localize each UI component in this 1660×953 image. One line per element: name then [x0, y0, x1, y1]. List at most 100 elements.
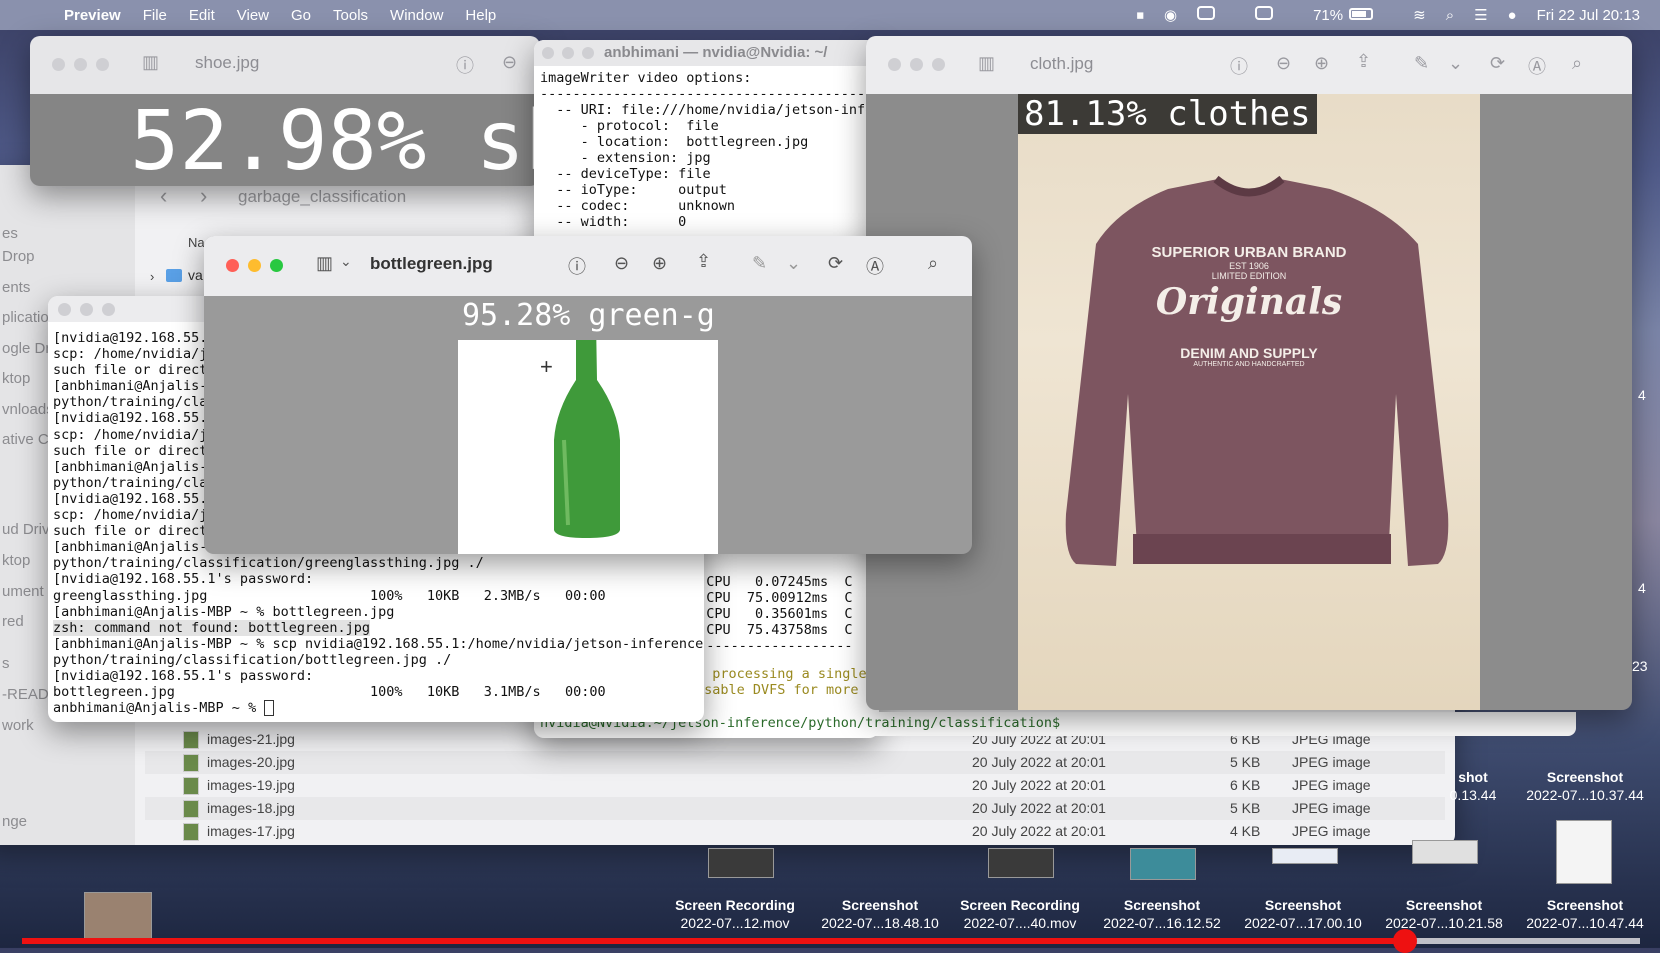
app-status-icon[interactable]: [1197, 6, 1235, 24]
chevron-down-icon[interactable]: ⌄: [786, 253, 801, 274]
zoom-button[interactable]: [932, 58, 945, 71]
minimize-button[interactable]: [562, 47, 574, 59]
sidebar-item[interactable]: ktop: [2, 370, 30, 387]
folder-name[interactable]: va: [188, 267, 203, 283]
back-icon[interactable]: ‹: [160, 183, 167, 209]
sidebar-toggle-icon[interactable]: ▥: [142, 52, 159, 73]
screen-share-icon[interactable]: ◉: [1164, 6, 1177, 24]
close-button[interactable]: [52, 58, 65, 71]
desktop-thumbnail[interactable]: [84, 892, 152, 940]
info-icon[interactable]: ⓘ: [1230, 53, 1248, 79]
info-icon[interactable]: ⓘ: [456, 52, 474, 78]
folder-disclosure-icon[interactable]: ›: [150, 269, 154, 284]
terminal-output[interactable]: imageWriter video options: -------------…: [540, 70, 879, 230]
desktop-file[interactable]: Screenshot 2022-07...10.47.44: [1515, 896, 1655, 932]
zoom-out-icon[interactable]: ⊖: [502, 52, 517, 73]
file-row[interactable]: images-17.jpg 20 July 2022 at 20:01 4 KB…: [145, 820, 1445, 843]
close-button[interactable]: [542, 47, 554, 59]
control-center-icon[interactable]: ☰: [1474, 6, 1487, 24]
file-row[interactable]: images-19.jpg 20 July 2022 at 20:01 6 KB…: [145, 774, 1445, 797]
sidebar-toggle-icon[interactable]: ▥: [316, 253, 333, 274]
desktop-thumbnail[interactable]: [1272, 848, 1338, 864]
sidebar-item[interactable]: ud Driv: [2, 521, 50, 538]
siri-icon[interactable]: ●: [1508, 7, 1517, 24]
zoom-button[interactable]: [96, 58, 109, 71]
column-header-name[interactable]: Na: [188, 235, 205, 250]
zoom-in-icon[interactable]: ⊕: [652, 253, 667, 274]
forward-icon[interactable]: ›: [200, 183, 207, 209]
close-button[interactable]: [58, 303, 71, 316]
search-icon[interactable]: ⌕: [928, 253, 938, 274]
search-icon[interactable]: ⌕: [1446, 7, 1454, 24]
menu-tools[interactable]: Tools: [333, 7, 368, 24]
sidebar-item[interactable]: vnloads: [2, 401, 54, 418]
info-icon[interactable]: ⓘ: [568, 253, 586, 279]
battery-icon[interactable]: [1349, 7, 1393, 24]
desktop-thumbnail[interactable]: [1130, 848, 1196, 880]
zoom-out-icon[interactable]: ⊖: [1276, 53, 1291, 74]
sidebar-item[interactable]: es: [2, 225, 18, 242]
video-progress-bar[interactable]: [22, 929, 1640, 953]
desktop-file[interactable]: Screen Recording 2022-07....40.mov: [950, 896, 1090, 932]
menu-window[interactable]: Window: [390, 7, 443, 24]
file-row[interactable]: images-20.jpg 20 July 2022 at 20:01 5 KB…: [145, 751, 1445, 774]
desktop-thumbnail[interactable]: [1556, 820, 1612, 884]
zoom-in-icon[interactable]: ⊕: [1314, 53, 1329, 74]
sidebar-item[interactable]: ktop: [2, 552, 30, 569]
clock[interactable]: Fri 22 Jul 20:13: [1537, 7, 1640, 24]
desktop-thumbnail[interactable]: [1412, 840, 1478, 864]
markup-icon[interactable]: ✎: [1414, 53, 1429, 74]
desktop-file[interactable]: Screenshot 2022-07...16.12.52: [1092, 896, 1232, 932]
minimize-button[interactable]: [80, 303, 93, 316]
apple-icon[interactable]: [20, 5, 38, 25]
chevron-down-icon[interactable]: ⌄: [1448, 53, 1463, 74]
sidebar-item[interactable]: nge: [2, 813, 27, 830]
desktop-file[interactable]: Screenshot 2022-07...17.00.10: [1233, 896, 1373, 932]
menu-help[interactable]: Help: [465, 7, 496, 24]
desktop-thumbnail[interactable]: [988, 848, 1054, 878]
zoom-button[interactable]: [270, 259, 283, 272]
menu-view[interactable]: View: [237, 7, 269, 24]
sidebar-item[interactable]: red: [2, 613, 24, 630]
wifi-icon[interactable]: ≋: [1413, 6, 1426, 24]
annotate-icon[interactable]: Ⓐ: [1528, 53, 1546, 79]
desktop-file[interactable]: Screenshot 2022-07...10.37.44: [1515, 768, 1655, 804]
sidebar-item[interactable]: -READ: [2, 686, 49, 703]
menu-app-name[interactable]: Preview: [64, 7, 121, 24]
record-stop-icon[interactable]: ⏹: [1136, 7, 1144, 24]
search-icon[interactable]: ⌕: [1572, 53, 1582, 74]
desktop-file[interactable]: Screen Recording 2022-07...12.mov: [665, 896, 805, 932]
minimize-button[interactable]: [248, 259, 261, 272]
annotate-icon[interactable]: Ⓐ: [866, 253, 884, 279]
zoom-button[interactable]: [582, 47, 594, 59]
sidebar-item[interactable]: Drop: [2, 248, 35, 265]
sidebar-item[interactable]: ument: [2, 583, 44, 600]
sidebar-toggle-icon[interactable]: ▥: [978, 53, 995, 74]
minimize-button[interactable]: [74, 58, 87, 71]
sidebar-item[interactable]: s: [2, 655, 10, 672]
desktop-file[interactable]: Screenshot 2022-07...10.21.58: [1374, 896, 1514, 932]
menu-edit[interactable]: Edit: [189, 7, 215, 24]
menu-file[interactable]: File: [143, 7, 167, 24]
sidebar-item[interactable]: ative C: [2, 431, 49, 448]
zoom-out-icon[interactable]: ⊖: [614, 253, 629, 274]
file-row[interactable]: images-18.jpg 20 July 2022 at 20:01 5 KB…: [145, 797, 1445, 820]
sidebar-item[interactable]: ents: [2, 279, 30, 296]
desktop-file[interactable]: shot 0.13.44: [1428, 768, 1518, 804]
menu-go[interactable]: Go: [291, 7, 311, 24]
desktop-thumbnail[interactable]: [708, 848, 774, 878]
progress-knob[interactable]: [1393, 929, 1418, 953]
sidebar-item[interactable]: work: [2, 717, 34, 734]
minimize-button[interactable]: [910, 58, 923, 71]
desktop-file[interactable]: Screenshot 2022-07...18.48.10: [810, 896, 950, 932]
chevron-down-icon[interactable]: ⌄: [340, 253, 352, 270]
sidebar-item[interactable]: ogle Dri: [2, 340, 54, 357]
share-icon[interactable]: ⇪: [696, 251, 711, 272]
rotate-icon[interactable]: ⟳: [828, 253, 843, 274]
close-button[interactable]: [226, 259, 239, 272]
share-icon[interactable]: ⇪: [1356, 51, 1371, 72]
close-button[interactable]: [888, 58, 901, 71]
zoom-button[interactable]: [102, 303, 115, 316]
rotate-icon[interactable]: ⟳: [1490, 53, 1505, 74]
display-icon[interactable]: [1255, 6, 1293, 24]
